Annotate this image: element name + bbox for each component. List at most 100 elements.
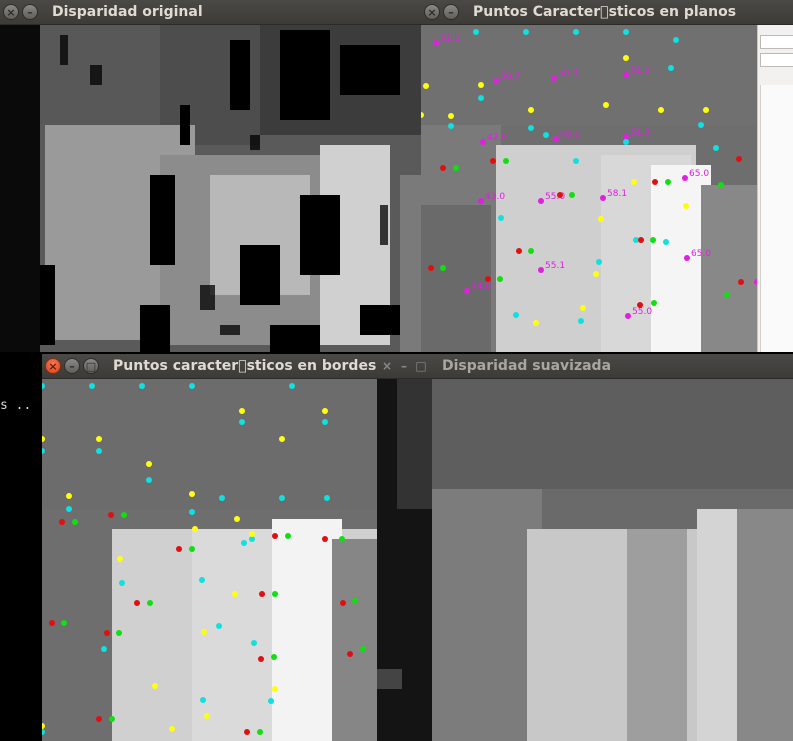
feature-point [204,713,210,719]
feature-point [72,519,78,525]
feature-point [428,265,434,271]
feature-point [322,536,328,542]
feature-point [516,248,522,254]
feature-point [543,132,549,138]
feature-point [96,716,102,722]
window-title: Puntos Caracter￿sticos en planos [473,4,737,20]
window-title: Disparidad suavizada [442,358,612,374]
feature-point [658,107,664,113]
feature-point [580,305,586,311]
feature-point [322,408,328,414]
feature-point [322,419,328,425]
feature-point [360,646,366,652]
feature-point [490,158,496,164]
titlebar[interactable]: × – Puntos Caracter￿sticos en planos [421,0,793,25]
feature-point [623,139,629,145]
feature-point [668,65,674,71]
minimize-button[interactable]: – [64,358,80,374]
window-puntos-bordes[interactable]: × – □ Puntos caracter￿sticos en bordes [42,354,377,741]
feature-point [528,248,534,254]
feature-point [665,179,671,185]
feature-point [683,203,689,209]
depth-label: 50.7 [500,72,520,82]
feature-point [134,600,140,606]
feature-point [625,313,631,319]
window-disparidad-suavizada[interactable]: × – □ Disparidad suavizada [377,354,793,741]
feature-point [339,536,345,542]
terminal-text: s .. [0,398,32,413]
feature-point [169,726,175,732]
feature-point [538,267,544,273]
feature-point [251,640,257,646]
depth-label: 58.1 [607,189,627,199]
feature-point [703,107,709,113]
feature-point [121,512,127,518]
feature-point [473,29,479,35]
feature-point [593,271,599,277]
feature-point [244,729,250,735]
depth-label: 51.0 [630,66,650,76]
disparity-image-original [0,25,421,352]
feature-point [239,408,245,414]
feature-point [189,383,195,389]
feature-point [96,448,102,454]
feature-point [219,495,225,501]
panel-field [760,53,793,67]
window-disparidad-original[interactable]: × – Disparidad original [0,0,421,352]
depth-label: 52.0 [440,34,460,44]
feature-point [272,591,278,597]
feature-point [673,37,679,43]
feature-point [650,237,656,243]
feature-point [596,259,602,265]
feature-point [453,165,459,171]
feature-point [200,697,206,703]
feature-point [724,292,730,298]
feature-point [440,265,446,271]
feature-point [324,495,330,501]
close-button[interactable]: × [424,4,440,20]
minimize-button[interactable]: – [443,4,459,20]
titlebar[interactable]: × – □ Puntos caracter￿sticos en bordes [42,354,377,379]
feature-point [271,654,277,660]
feature-point [189,509,195,515]
minimize-button[interactable]: – [397,358,411,374]
depth-label: 50.0 [558,69,578,79]
feature-point [598,216,604,222]
feature-point [109,716,115,722]
feature-point [448,123,454,129]
feature-point [259,591,265,597]
background-app-panel [757,25,793,352]
depth-label: 51.3 [630,128,650,138]
feature-point [738,279,744,285]
depth-label: 44.0 [471,282,491,292]
feature-point [652,179,658,185]
close-button[interactable]: × [380,358,394,374]
close-button[interactable]: × [45,358,61,374]
maximize-button[interactable]: □ [83,358,99,374]
depth-label: 40.0 [560,130,580,140]
feature-point [638,237,644,243]
feature-point [578,318,584,324]
feature-point [216,623,222,629]
window-puntos-planos[interactable]: × – Puntos Caracter￿sticos en planos 52.… [421,0,793,352]
feature-point [651,300,657,306]
feature-point [533,320,539,326]
feature-point [257,729,263,735]
feature-point [497,276,503,282]
feature-point [117,556,123,562]
depth-label: 42.0 [487,133,507,143]
feature-point [61,620,67,626]
close-button[interactable]: × [3,4,19,20]
titlebar[interactable]: × – □ Disparidad suavizada [377,354,793,379]
feature-point [285,533,291,539]
feature-point [573,29,579,35]
feature-point [176,546,182,552]
minimize-button[interactable]: – [22,4,38,20]
feature-point [147,600,153,606]
feature-point [108,512,114,518]
titlebar[interactable]: × – Disparidad original [0,0,421,25]
feature-point [631,179,637,185]
disparity-image-smoothed [377,379,793,741]
maximize-button[interactable]: □ [414,358,428,374]
feature-point [423,83,429,89]
